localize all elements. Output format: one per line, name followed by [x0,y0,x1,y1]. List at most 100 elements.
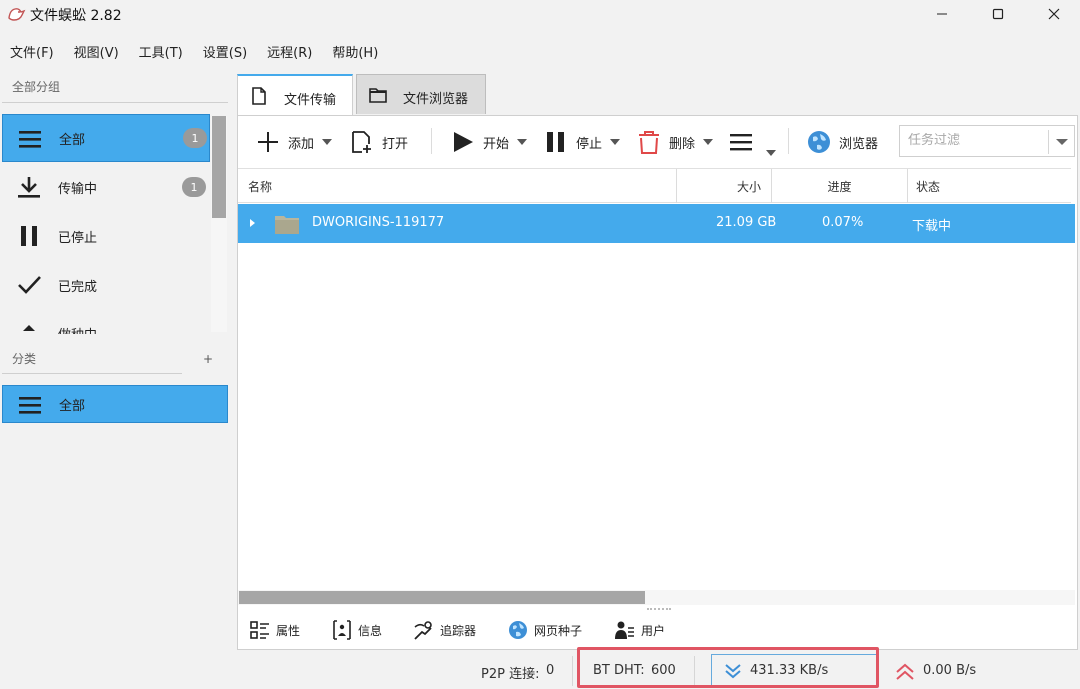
globe-icon [509,621,527,639]
open-file-icon [352,131,371,153]
menu-settings[interactable]: 设置(S) [193,38,257,62]
task-progress: 0.07% [822,215,864,230]
detail-tab-web-seeds[interactable]: 网页种子 [508,619,582,641]
task-name: DWORIGINS-119177 [312,215,445,230]
more-menu-button[interactable] [730,125,776,159]
browser-label: 浏览器 [839,136,879,152]
add-button[interactable]: 添加 [256,125,333,159]
horizontal-scroll-thumb[interactable] [239,591,645,604]
sidebar-item-completed[interactable]: 已完成 [2,261,210,309]
count-badge: 1 [182,177,206,197]
start-button[interactable]: 开始 [451,125,528,159]
detail-tab-properties[interactable]: 属性 [250,619,300,641]
count-badge: 1 [183,128,207,148]
sidebar-item-stopped[interactable]: 已停止 [2,212,210,260]
task-filter-input[interactable] [908,133,1038,148]
group-header: 全部分组 [12,80,61,94]
download-icon [18,177,40,198]
tab-file-transfer[interactable]: 文件传输 [237,74,353,116]
sidebar-item-seeding[interactable]: 做种中 [2,310,210,334]
column-label: 大小 [736,179,761,194]
minimize-button[interactable] [914,0,970,28]
column-header-size[interactable]: 大小 [677,169,772,203]
detail-tab-trackers[interactable]: 追踪器 [414,619,476,641]
status-separator [572,656,573,686]
column-label: 进度 [827,179,852,194]
stop-button[interactable]: 停止 [544,125,621,159]
menu-view[interactable]: 视图(V) [64,38,129,62]
sidebar-item-label: 传输中 [58,181,98,197]
delete-label: 删除 [669,136,696,152]
upload-icon [23,325,35,331]
plus-icon [258,132,278,152]
panel-splitter[interactable] [647,608,671,610]
chevron-down-icon [322,139,333,145]
add-label: 添加 [288,136,315,152]
app-title: 文件蜈蚣 2.82 [30,8,122,24]
table-row[interactable]: DWORIGINS-119177 21.09 GB 0.07% 下载中 [238,204,1075,243]
task-filter-combo[interactable] [899,125,1075,157]
category-header: 分类 [12,352,37,366]
sidebar-item-label: 已完成 [58,279,98,295]
menu-file[interactable]: 文件(F) [0,38,64,62]
toolbar-separator [788,128,789,154]
task-status: 下载中 [912,219,952,234]
tab-label: 文件传输 [284,93,337,108]
globe-icon [808,131,830,153]
upload-speed-value: 0.00 B/s [923,663,977,678]
column-header-status[interactable]: 状态 [908,169,1071,203]
task-size: 21.09 GB [716,215,777,230]
upload-speed-icon [896,663,914,680]
sidebar-item-all[interactable]: 全部 1 [2,114,210,162]
chevron-down-icon [610,139,621,145]
detail-tab-label: 信息 [358,623,383,638]
stop-label: 停止 [576,136,603,152]
p2p-connections-label: P2P 连接: [481,667,540,682]
minimize-icon [937,13,947,15]
list-icon [19,397,41,414]
divider [2,373,182,374]
column-header-name[interactable]: 名称 [238,169,677,203]
detail-tab-label: 用户 [641,623,666,638]
maximize-button[interactable] [970,0,1026,28]
sidebar-item-label: 做种中 [58,324,97,334]
folder-icon [275,216,299,234]
chevron-down-icon [703,139,714,145]
browser-button[interactable]: 浏览器 [807,125,878,159]
tracker-icon [414,621,432,640]
chevron-down-icon[interactable] [1056,139,1068,145]
menu-tools[interactable]: 工具(T) [129,38,193,62]
file-icon [252,87,266,105]
column-header-progress[interactable]: 进度 [772,169,908,203]
sidebar-item-downloading[interactable]: 传输中 1 [2,163,210,211]
sidebar-item-label: 全部 [59,132,86,148]
delete-button[interactable]: 删除 [637,125,714,159]
filter-separator [1048,130,1049,154]
list-icon [19,131,41,148]
start-label: 开始 [483,136,510,152]
menu-help[interactable]: 帮助(H) [322,38,388,62]
toolbar-separator [431,128,432,154]
sidebar-scroll-thumb[interactable] [212,116,226,218]
expand-arrow-icon[interactable] [250,219,255,227]
menu-icon [730,134,752,151]
chevron-down-icon [517,139,528,145]
open-button[interactable]: 打开 [350,125,408,159]
add-category-button[interactable]: + [203,352,213,366]
sidebar-item-label: 已停止 [58,230,98,246]
tab-file-browser[interactable]: 文件浏览器 [356,74,486,114]
menu-bar: 文件(F) 视图(V) 工具(T) 设置(S) 远程(R) 帮助(H) [0,38,388,62]
tab-label: 文件浏览器 [403,92,469,107]
close-button[interactable] [1026,0,1080,28]
pause-icon [21,226,37,246]
detail-tab-peers[interactable]: 用户 [615,619,665,641]
properties-icon [250,621,269,639]
column-label: 状态 [916,179,941,194]
trash-icon [639,131,659,154]
menu-remote[interactable]: 远程(R) [257,38,322,62]
open-label: 打开 [382,136,409,152]
detail-tab-info[interactable]: 信息 [332,619,382,641]
detail-tab-label: 属性 [276,623,301,638]
check-icon [18,276,41,294]
category-item-all[interactable]: 全部 [2,385,228,423]
